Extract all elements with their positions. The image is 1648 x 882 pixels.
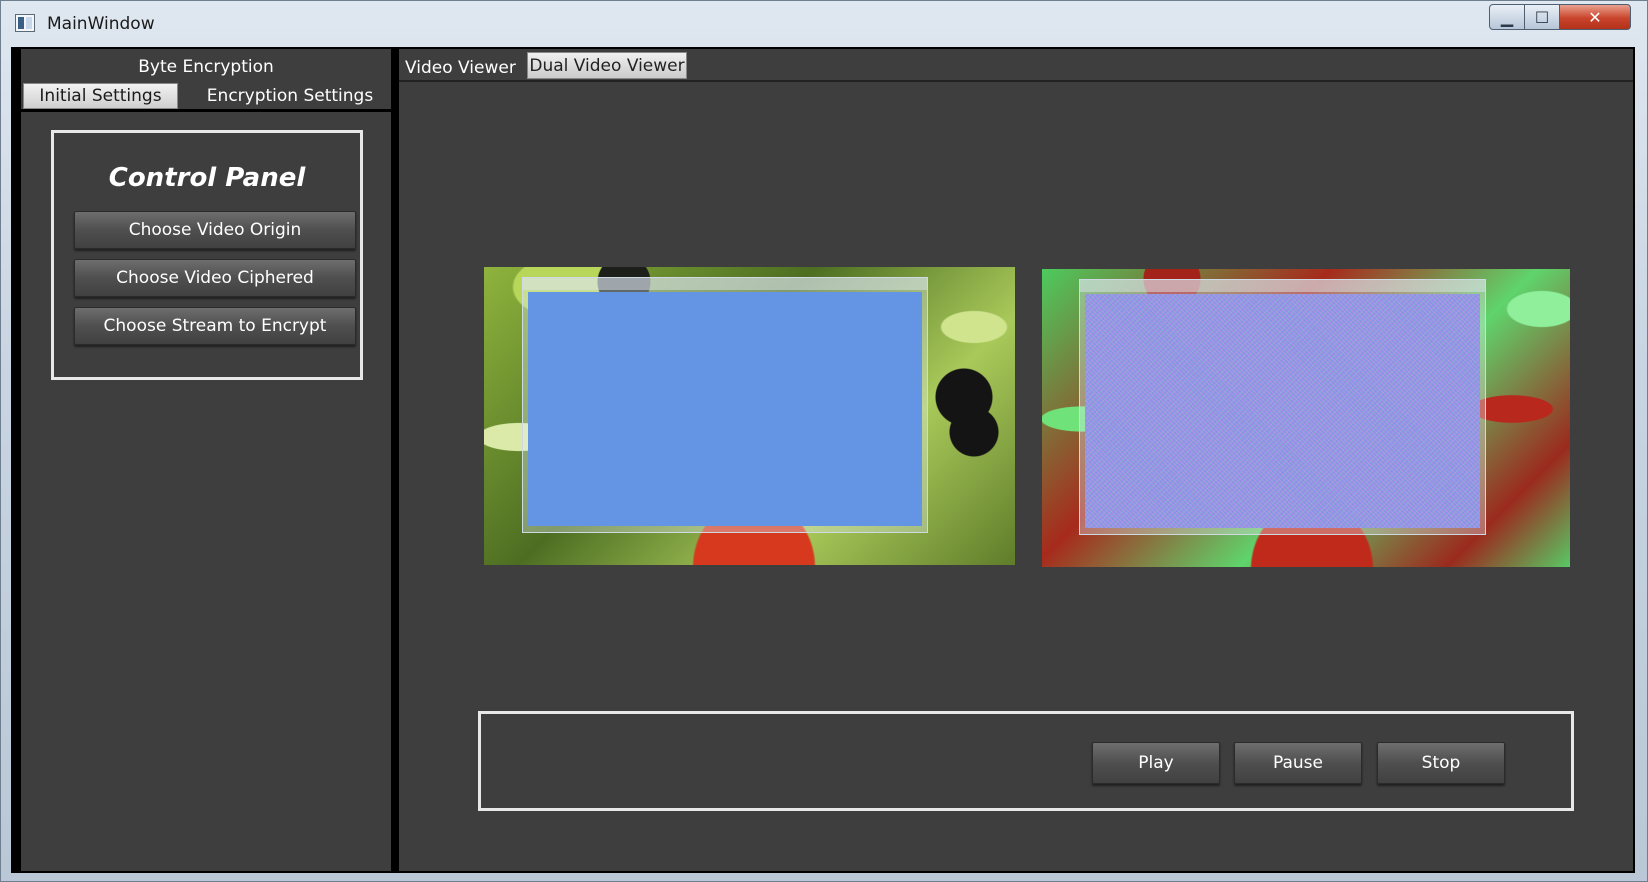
ciphered-video-window-content bbox=[1085, 294, 1480, 528]
left-panel-header: Byte Encryption bbox=[138, 57, 274, 77]
window-title: MainWindow bbox=[47, 14, 155, 34]
control-panel-title: Control Panel bbox=[108, 163, 306, 193]
window-app-icon[interactable] bbox=[15, 14, 35, 32]
maximize-button[interactable]: ☐ bbox=[1524, 4, 1560, 30]
original-video-window-content bbox=[528, 292, 922, 526]
playback-controls: Play Pause Stop bbox=[478, 711, 1574, 811]
ciphered-video-window-image bbox=[1079, 279, 1486, 535]
original-video-frame bbox=[484, 267, 1015, 565]
client-area: Byte Encryption Initial Settings Encrypt… bbox=[11, 47, 1635, 873]
original-video-window-titlebar bbox=[523, 278, 927, 290]
left-panel: Byte Encryption Initial Settings Encrypt… bbox=[21, 49, 391, 871]
pause-button[interactable]: Pause bbox=[1234, 742, 1362, 784]
viewer-tab-divider bbox=[399, 80, 1633, 82]
play-button[interactable]: Play bbox=[1092, 742, 1220, 784]
choose-video-ciphered-button[interactable]: Choose Video Ciphered bbox=[74, 259, 356, 297]
control-panel: Control Panel Choose Video Origin Choose… bbox=[51, 130, 363, 380]
right-panel: Video Viewer Dual Video Viewer Play Paus… bbox=[399, 49, 1633, 871]
choose-stream-to-encrypt-button[interactable]: Choose Stream to Encrypt bbox=[74, 307, 356, 345]
minimize-button[interactable]: ▁ bbox=[1489, 4, 1525, 30]
tab-video-viewer[interactable]: Video Viewer bbox=[405, 55, 516, 81]
ciphered-video-frame bbox=[1042, 269, 1570, 567]
minimize-icon: ▁ bbox=[1500, 7, 1514, 27]
stop-button[interactable]: Stop bbox=[1377, 742, 1505, 784]
maximize-icon: ☐ bbox=[1534, 7, 1550, 27]
tab-initial-settings[interactable]: Initial Settings bbox=[23, 83, 178, 109]
close-icon: ✕ bbox=[1588, 7, 1602, 27]
original-video-window-image bbox=[522, 277, 928, 533]
title-bar[interactable]: MainWindow ▁ ☐ ✕ bbox=[1, 1, 1647, 47]
ciphered-video-window-titlebar bbox=[1080, 280, 1485, 292]
tab-divider bbox=[21, 109, 391, 112]
tab-encryption-settings[interactable]: Encryption Settings bbox=[191, 83, 389, 109]
main-window: MainWindow ▁ ☐ ✕ Byte Encryption Initial… bbox=[0, 0, 1648, 882]
choose-video-origin-button[interactable]: Choose Video Origin bbox=[74, 211, 356, 249]
tab-dual-video-viewer[interactable]: Dual Video Viewer bbox=[527, 52, 687, 79]
close-button[interactable]: ✕ bbox=[1559, 4, 1631, 30]
